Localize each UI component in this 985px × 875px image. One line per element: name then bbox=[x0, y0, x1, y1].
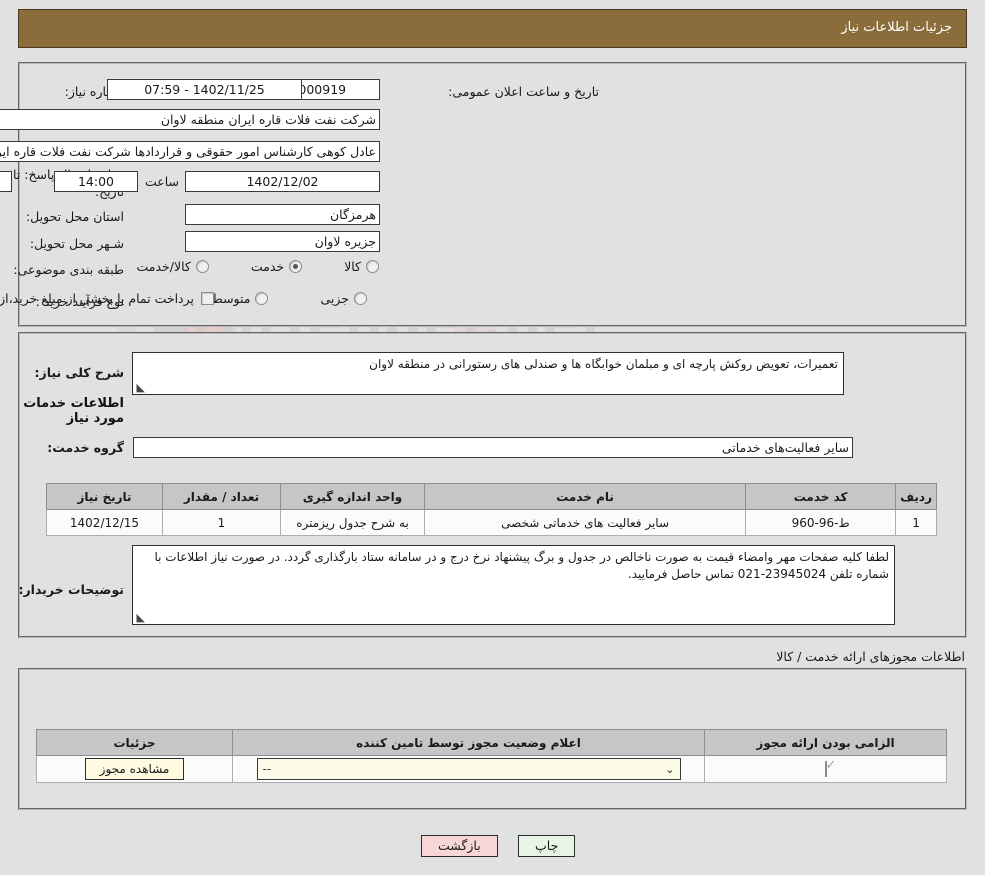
chevron-down-icon: ⌄ bbox=[666, 762, 676, 776]
deadline-date-input[interactable]: 1402/12/02 bbox=[186, 171, 381, 192]
radio-khedmat[interactable] bbox=[290, 260, 304, 273]
item-quantity: 1 bbox=[163, 509, 282, 536]
buyer-notes-textarea[interactable]: لطفا کلیه صفحات مهر وامضاء قیمت به صورت … bbox=[133, 545, 896, 625]
city-label-wrap: شـهر محل تحویل: bbox=[31, 232, 125, 254]
general-desc-text: تعمیرات، تعویض روکش پارچه ای و مبلمان خو… bbox=[370, 357, 839, 371]
page-title: جزئیات اطلاعات نیاز bbox=[842, 20, 953, 35]
items-table: ردیف کد خدمت نام خدمت واحد اندازه گیری ت… bbox=[47, 483, 938, 536]
radio-kala-khedmat[interactable] bbox=[196, 260, 210, 273]
classification-option-0-label: کالا bbox=[345, 259, 362, 274]
classification-label: طبقه بندی موضوعی: bbox=[14, 261, 125, 277]
items-col-need-date: تاریخ نیاز bbox=[47, 483, 164, 510]
item-unit: به شرح جدول ریزمتره bbox=[281, 509, 426, 536]
item-need-date: 1402/12/15 bbox=[47, 509, 164, 536]
classification-label-wrap: طبقه بندی موضوعی: bbox=[14, 258, 125, 280]
service-group-input[interactable]: سایر فعالیت‌های خدماتی bbox=[134, 437, 854, 458]
city-label: شـهر محل تحویل: bbox=[30, 235, 125, 251]
items-col-quantity: تعداد / مقدار bbox=[163, 483, 282, 510]
general-desc-label: شرح کلی نیاز: bbox=[35, 365, 125, 380]
deadline-days-input[interactable]: 7 bbox=[0, 171, 13, 192]
purchase-process-radio-group: جزیی متوسط bbox=[212, 291, 368, 306]
items-col-service-code: کد خدمت bbox=[746, 483, 898, 510]
view-license-button[interactable]: مشاهده مجوز bbox=[85, 758, 186, 780]
province-label: استان محل تحویل: bbox=[26, 208, 125, 224]
radio-jozei[interactable] bbox=[355, 292, 368, 305]
treasury-checkbox[interactable] bbox=[202, 292, 215, 305]
print-button[interactable]: چاپ bbox=[519, 835, 577, 857]
requester-input[interactable]: عادل کوهی کارشناس امور حقوقی و قراردادها… bbox=[0, 141, 381, 162]
classification-option-1-label: خدمت bbox=[251, 259, 286, 274]
classification-option-kala-khedmat[interactable]: کالا/خدمت bbox=[137, 259, 210, 274]
item-service-code: ط-96-960 bbox=[746, 509, 898, 536]
radio-kala[interactable] bbox=[367, 260, 380, 273]
table-row: ⌄ -- مشاهده مجوز bbox=[37, 755, 948, 783]
services-heading: اطلاعات خدمات مورد نیاز bbox=[24, 396, 125, 426]
buyer-notes-label: توضیحات خریدار: bbox=[19, 582, 125, 597]
buyer-org-input[interactable]: شرکت نفت فلات قاره ایران منطقه لاوان bbox=[0, 109, 381, 130]
city-input[interactable]: جزیره لاوان bbox=[186, 231, 381, 252]
radio-motevasset[interactable] bbox=[256, 292, 270, 305]
items-col-service-name: نام خدمت bbox=[424, 483, 748, 510]
purchase-option-1-label: متوسط bbox=[212, 291, 252, 306]
license-required-checkbox bbox=[825, 761, 828, 777]
items-table-header-row: ردیف کد خدمت نام خدمت واحد اندازه گیری ت… bbox=[47, 483, 938, 510]
licenses-col-required: الزامی بودن ارائه مجوز bbox=[705, 729, 948, 756]
licenses-table: الزامی بودن ارائه مجوز اعلام وضعیت مجوز … bbox=[37, 729, 948, 783]
announce-datetime-input[interactable]: 1402/11/25 - 07:59 bbox=[108, 79, 303, 100]
license-status-value: -- bbox=[263, 762, 273, 776]
page-header-bar: جزئیات اطلاعات نیاز bbox=[19, 9, 968, 48]
license-status-select[interactable]: ⌄ -- bbox=[257, 758, 682, 780]
buyer-notes-text: لطفا کلیه صفحات مهر وامضاء قیمت به صورت … bbox=[155, 550, 890, 581]
licenses-table-header-row: الزامی بودن ارائه مجوز اعلام وضعیت مجوز … bbox=[37, 729, 948, 756]
treasury-checkbox-label: پرداخت تمام یا بخشی از مبلغ خرید،از محل … bbox=[0, 291, 195, 306]
item-service-name: سایر فعالیت های خدماتی شخصی bbox=[424, 509, 748, 536]
resize-grip-icon[interactable]: ◣ bbox=[136, 382, 146, 393]
item-row-no: 1 bbox=[896, 509, 938, 536]
purchase-option-motevasset[interactable]: متوسط bbox=[212, 291, 270, 306]
licenses-col-status: اعلام وضعیت مجوز توسط تامین کننده bbox=[233, 729, 706, 756]
classification-radio-group: کالا خدمت کالا/خدمت bbox=[137, 259, 380, 274]
items-col-row-no: ردیف bbox=[896, 483, 938, 510]
items-col-unit: واحد اندازه گیری bbox=[281, 483, 426, 510]
announce-datetime-label-wrap: تاریخ و ساعت اعلان عمومی: bbox=[449, 80, 600, 102]
classification-option-kala[interactable]: کالا bbox=[345, 259, 380, 274]
license-required-cell bbox=[705, 755, 948, 783]
classification-option-khedmat[interactable]: خدمت bbox=[251, 259, 304, 274]
back-button[interactable]: بازگشت bbox=[422, 835, 499, 857]
resize-grip-icon[interactable]: ◣ bbox=[136, 612, 146, 623]
purchase-option-0-label: جزیی bbox=[321, 291, 350, 306]
province-input[interactable]: هرمزگان bbox=[186, 204, 381, 225]
table-row: 1 ط-96-960 سایر فعالیت های خدماتی شخصی ب… bbox=[47, 509, 938, 536]
classification-option-2-label: کالا/خدمت bbox=[137, 259, 192, 274]
announce-datetime-label: تاریخ و ساعت اعلان عمومی: bbox=[449, 83, 600, 99]
license-details-cell: مشاهده مجوز bbox=[37, 755, 234, 783]
deadline-hour-label: ساعت bbox=[145, 174, 180, 189]
license-status-cell: ⌄ -- bbox=[233, 755, 706, 783]
province-label-wrap: استان محل تحویل: bbox=[27, 205, 125, 227]
deadline-hour-input[interactable]: 14:00 bbox=[55, 171, 139, 192]
service-group-label: گروه خدمت: bbox=[48, 440, 125, 455]
licenses-col-details: جزئیات bbox=[37, 729, 234, 756]
treasury-checkbox-wrap[interactable]: پرداخت تمام یا بخشی از مبلغ خرید،از محل … bbox=[0, 291, 215, 306]
general-desc-textarea[interactable]: تعمیرات، تعویض روکش پارچه ای و مبلمان خو… bbox=[133, 352, 845, 395]
licenses-heading: اطلاعات مجوزهای ارائه خدمت / کالا bbox=[777, 649, 966, 664]
purchase-option-jozei[interactable]: جزیی bbox=[321, 291, 368, 306]
